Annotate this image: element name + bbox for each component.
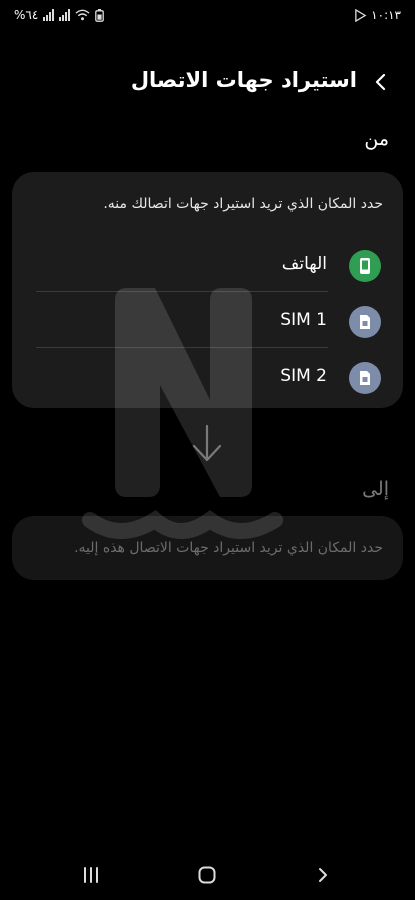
status-time: ١٠:١٣ [371,8,401,22]
app-header: استيراد جهات الاتصال [0,62,415,102]
source-sim2-label: SIM 2 [280,366,327,386]
source-sim1-label: SIM 1 [280,310,327,330]
home-icon [198,866,216,884]
from-hint: حدد المكان الذي تريد استيراد جهات اتصالك… [103,196,383,212]
battery-percent: %٦٤ [14,8,39,22]
to-card: حدد المكان الذي تريد استيراد جهات الاتصا… [12,516,403,580]
arrow-down-icon [192,424,222,462]
wifi-icon [75,9,90,21]
from-label: من [364,128,389,150]
source-sim2[interactable]: SIM 2 [12,350,403,406]
source-sim1[interactable]: SIM 1 [12,294,403,350]
recents-button[interactable] [78,862,104,888]
back-button[interactable] [369,70,393,94]
recents-icon [84,867,98,883]
chevron-left-icon [375,73,386,91]
from-card: حدد المكان الذي تريد استيراد جهات اتصالك… [12,172,403,408]
navigation-bar [0,850,415,900]
signal-1-icon [43,9,55,21]
source-phone-label: الهاتف [281,254,327,274]
sim-card-icon [349,362,381,394]
page-title: استيراد جهات الاتصال [130,68,357,92]
divider [36,291,328,292]
play-store-icon [355,8,367,22]
home-button[interactable] [194,862,220,888]
to-hint: حدد المكان الذي تريد استيراد جهات الاتصا… [74,540,383,556]
divider [36,347,328,348]
status-right: ١٠:١٣ [354,8,401,22]
battery-icon [95,8,105,22]
back-chevron-icon [319,868,327,882]
nav-back-button[interactable] [310,862,336,888]
to-label: إلى [362,478,389,500]
status-bar: ١٠:١٣ %٦٤ [0,0,415,32]
source-phone[interactable]: الهاتف [12,238,403,294]
signal-2-icon [59,9,71,21]
sim-card-icon [349,306,381,338]
phone-icon [349,250,381,282]
status-left: %٦٤ [14,8,105,22]
